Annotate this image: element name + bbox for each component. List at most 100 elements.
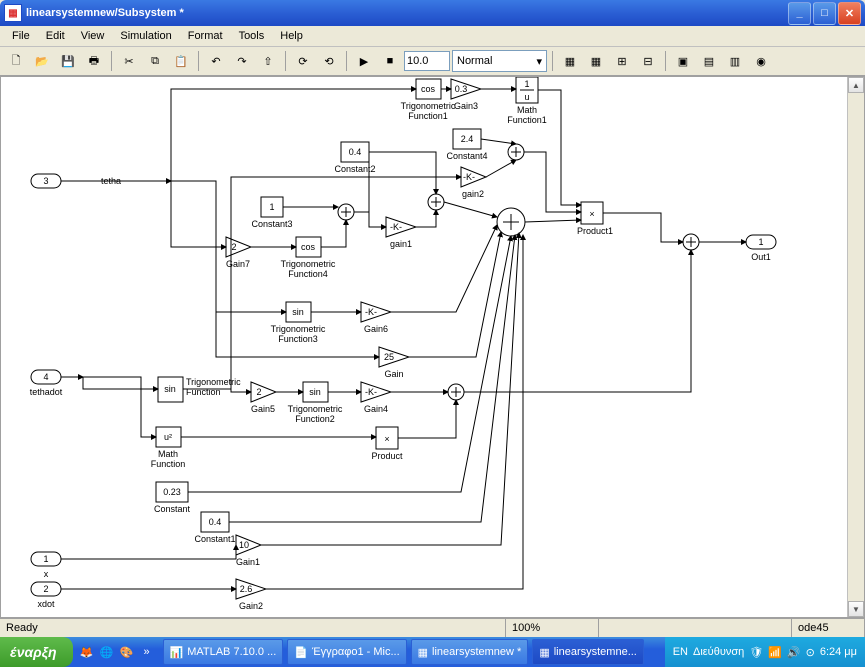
menu-view[interactable]: View (73, 28, 113, 44)
block-sum-b[interactable] (448, 384, 464, 400)
block-trig2[interactable]: sin TrigonometricFunction2 (288, 382, 343, 424)
close-button[interactable]: ✕ (838, 2, 861, 25)
block-gain[interactable]: 25 Gain (379, 347, 409, 379)
block-gain3[interactable]: 0.3 Gain3 (451, 79, 481, 111)
svg-text:-K-: -K- (463, 172, 475, 182)
chevron-icon[interactable]: » (139, 644, 155, 660)
paint-icon[interactable]: 🎨 (119, 644, 135, 660)
block-out1[interactable]: 1 Out1 (746, 235, 776, 262)
tool-button[interactable]: ▥ (723, 49, 747, 73)
start-button[interactable]: έναρξη (0, 637, 73, 667)
block-math[interactable]: u² MathFunction (151, 427, 186, 469)
maximize-button[interactable]: □ (813, 2, 836, 25)
address-label[interactable]: Διεύθυνση (693, 646, 744, 658)
redo-button[interactable]: ↷ (230, 49, 254, 73)
block-constant4[interactable]: 2.4 Constant4 (446, 129, 487, 161)
cut-button[interactable]: ✂ (117, 49, 141, 73)
block-gain5[interactable]: 2 Gain5 (251, 382, 276, 414)
block-trig4[interactable]: cos TrigonometricFunction4 (281, 237, 336, 279)
firefox-icon[interactable]: 🦊 (79, 644, 95, 660)
taskbar: έναρξη 🦊 🌐 🎨 » 📊 MATLAB 7.10.0 ... 📄 Έγγ… (0, 637, 865, 667)
quick-launch: 🦊 🌐 🎨 » (73, 644, 161, 660)
clock[interactable]: 6:24 μμ (820, 646, 857, 658)
taskbar-item[interactable]: ▦ linearsystemnew * (411, 639, 529, 665)
tray-icon[interactable]: 🔊 (787, 646, 801, 659)
taskbar-item[interactable]: 📄 Έγγραφο1 - Mic... (287, 639, 406, 665)
svg-text:-K-: -K- (365, 387, 377, 397)
block-sum-central[interactable] (497, 208, 525, 236)
vertical-scrollbar[interactable]: ▲ ▼ (847, 77, 864, 617)
menu-format[interactable]: Format (180, 28, 231, 44)
menu-file[interactable]: File (4, 28, 38, 44)
tool-button[interactable]: ▦ (558, 49, 582, 73)
block-product[interactable]: × Product (371, 427, 403, 461)
block-in4[interactable]: 4 tethadot (30, 370, 63, 397)
block-trig1[interactable]: cos TrigonometricFunction1 (401, 79, 456, 121)
block-gain7[interactable]: 2 Gain7 (226, 237, 251, 269)
stop-time-input[interactable]: 10.0 (404, 51, 450, 71)
simulation-mode-select[interactable]: Normal▾ (452, 50, 547, 72)
svg-text:1: 1 (524, 79, 529, 89)
block-gain2[interactable]: -K- gain2 (461, 167, 486, 199)
block-sum-mid[interactable] (338, 204, 354, 220)
tray-icon[interactable]: 🛡 (749, 646, 763, 659)
taskbar-item[interactable]: 📊 MATLAB 7.10.0 ... (163, 639, 284, 665)
tray-icon[interactable]: ⊙ (806, 646, 815, 659)
block-sum-a[interactable] (428, 194, 444, 210)
refresh-button[interactable]: ⟳ (291, 49, 315, 73)
block-constant1[interactable]: 0.4 Constant1 (194, 512, 235, 544)
block-constant3[interactable]: 1 Constant3 (251, 197, 292, 229)
menu-simulation[interactable]: Simulation (112, 28, 179, 44)
play-button[interactable]: ▶ (352, 49, 376, 73)
block-in1[interactable]: 1 x (31, 552, 61, 579)
tool-button[interactable]: ▣ (671, 49, 695, 73)
svg-text:1: 1 (269, 202, 274, 212)
tool-button[interactable]: ◉ (749, 49, 773, 73)
undo-button[interactable]: ↶ (204, 49, 228, 73)
block-product1[interactable]: × Product1 (577, 202, 613, 236)
browser-icon[interactable]: 🌐 (99, 644, 115, 660)
tool-button[interactable]: ▤ (697, 49, 721, 73)
stop-button[interactable]: ■ (378, 49, 402, 73)
window-title: linearsystemnew/Subsystem * (26, 7, 184, 19)
model-canvas[interactable]: 3 tetha 4 tethadot 1 x 2 xdot 1 Out1 cos… (0, 76, 865, 618)
status-ready: Ready (0, 619, 506, 637)
new-button[interactable]: 🗋 (4, 49, 28, 73)
menu-edit[interactable]: Edit (38, 28, 73, 44)
block-gain4[interactable]: -K- Gain4 (361, 382, 391, 414)
block-gain1[interactable]: 10 Gain1 (236, 535, 261, 567)
tool-button[interactable]: ⊟ (636, 49, 660, 73)
tool-button[interactable]: ⊞ (610, 49, 634, 73)
menu-tools[interactable]: Tools (231, 28, 273, 44)
svg-text:gain1: gain1 (390, 239, 412, 249)
svg-text:×: × (589, 209, 594, 219)
block-constant[interactable]: 0.23 Constant (154, 482, 191, 514)
minimize-button[interactable]: _ (788, 2, 811, 25)
block-trig3[interactable]: sin TrigonometricFunction3 (271, 302, 326, 344)
block-gain-t1[interactable]: -K- gain1 (386, 217, 416, 249)
svg-text:Product1: Product1 (577, 226, 613, 236)
block-gain-b2[interactable]: 2.6 Gain2 (236, 579, 266, 611)
block-in2[interactable]: 2 xdot (31, 582, 61, 609)
block-sum-top[interactable] (508, 144, 524, 160)
block-math1[interactable]: 1u MathFunction1 (507, 77, 547, 125)
print-button[interactable]: 🖶 (82, 49, 106, 73)
scroll-up-arrow[interactable]: ▲ (848, 77, 864, 93)
svg-text:Gain6: Gain6 (364, 324, 388, 334)
copy-button[interactable]: ⧉ (143, 49, 167, 73)
tray-icon[interactable]: 📶 (768, 646, 782, 659)
block-sum-out[interactable] (683, 234, 699, 250)
save-button[interactable]: 💾 (56, 49, 80, 73)
up-button[interactable]: ⇧ (256, 49, 280, 73)
menu-help[interactable]: Help (272, 28, 311, 44)
status-zoom: 100% (506, 619, 599, 637)
paste-button[interactable]: 📋 (169, 49, 193, 73)
taskbar-item[interactable]: ▦ linearsystemne... (532, 639, 644, 665)
open-button[interactable]: 📂 (30, 49, 54, 73)
scroll-down-arrow[interactable]: ▼ (848, 601, 864, 617)
lang-indicator[interactable]: EN (673, 646, 688, 658)
svg-text:-K-: -K- (365, 307, 377, 317)
block-gain6[interactable]: -K- Gain6 (361, 302, 391, 334)
tool-button[interactable]: ▦ (584, 49, 608, 73)
update-button[interactable]: ⟲ (317, 49, 341, 73)
